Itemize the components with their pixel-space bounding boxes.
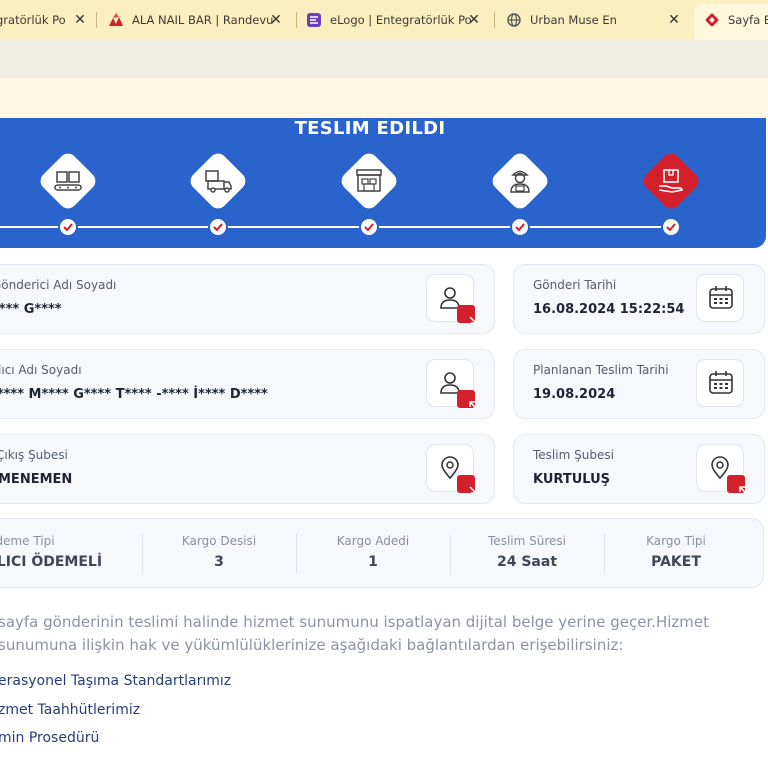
origin-branch-value: MENEMEN	[0, 472, 73, 487]
info-bar	[0, 78, 768, 118]
link-procedure[interactable]: min Prosedürü	[0, 730, 99, 746]
summary-label: Kargo Tipi	[646, 534, 706, 548]
delivery-status-title: TESLIM EDILDI	[294, 118, 446, 139]
close-icon[interactable]: ✕	[268, 12, 284, 28]
summary-cargo-count: Kargo Adedi 1	[298, 534, 448, 570]
step-check-icon	[661, 217, 681, 237]
progress-track-line	[0, 226, 670, 228]
summary-divider	[142, 534, 143, 574]
planned-date-value: 19.08.2024	[533, 387, 616, 402]
summary-divider	[296, 534, 297, 574]
tab-separator	[494, 12, 495, 28]
warehouse-icon	[356, 169, 382, 192]
summary-divider	[450, 534, 451, 574]
close-icon[interactable]: ✕	[666, 12, 682, 28]
tab-title: Sayfa Bu	[728, 13, 768, 27]
step-check-icon	[359, 217, 379, 237]
browser-tab-2[interactable]: ALA NAIL BAR | Randevu ✕	[108, 6, 284, 34]
summary-label: Ödeme Tipi	[0, 534, 55, 548]
summary-cargo-desi: Kargo Desisi 3	[144, 534, 294, 570]
send-date-icon-box	[696, 274, 744, 322]
browser-tab-1[interactable]: gratörlük Po ✕	[0, 6, 88, 34]
tab-title: eLogo | Entegratörlük Po	[330, 13, 472, 27]
summary-value: ALICI ÖDEMELİ	[0, 554, 103, 570]
courier-icon	[510, 170, 530, 193]
incoming-arrow-icon	[727, 475, 747, 494]
tab-title: gratörlük Po	[0, 13, 66, 27]
delivery-branch-label: Teslim Şubesi	[533, 448, 614, 462]
info-description: sayfa gönderinin teslimi halinde hizmet …	[0, 613, 710, 654]
tab-title: Urban Muse En	[530, 13, 617, 27]
step-check-icon	[510, 217, 530, 237]
summary-delivery-time: Teslim Süresi 24 Saat	[452, 534, 602, 570]
browser-tab-4[interactable]: Urban Muse En ✕	[506, 6, 682, 34]
receiver-value: J**** M**** G**** T**** -**** İ**** D***…	[0, 387, 268, 402]
receiver-card	[0, 349, 495, 419]
boxes-conveyor-icon	[54, 171, 82, 191]
step-check-icon	[208, 217, 228, 237]
summary-label: Kargo Desisi	[181, 534, 257, 548]
sender-label: Gönderici Adı Soyadı	[0, 278, 117, 292]
send-date-value: 16.08.2024 15:22:54	[533, 302, 685, 317]
planned-date-label: Planlanan Teslim Tarihi	[533, 363, 669, 377]
origin-branch-icon-box	[426, 444, 477, 494]
summary-label: Teslim Süresi	[488, 534, 566, 548]
sender-card	[0, 264, 495, 334]
origin-branch-label: Çıkış Şubesi	[0, 448, 68, 462]
summary-divider	[604, 534, 605, 574]
calendar-icon	[709, 286, 733, 309]
outgoing-arrow-icon	[457, 305, 477, 324]
browser-toolbar	[0, 40, 768, 78]
close-icon[interactable]: ✕	[72, 12, 88, 28]
elogo-icon	[306, 12, 322, 28]
tab-title: ALA NAIL BAR | Randevu	[132, 13, 274, 27]
summary-cargo-type: Kargo Tipi PAKET	[606, 534, 746, 570]
tab-separator	[296, 12, 297, 28]
summary-payment-type: Ödeme Tipi ALICI ÖDEMELİ	[0, 534, 134, 570]
summary-value: PAKET	[651, 554, 701, 570]
delivery-branch-icon-box	[696, 444, 747, 494]
summary-value: 3	[214, 554, 224, 570]
tab-separator	[96, 12, 97, 28]
browser-tab-5-active[interactable]: Sayfa Bu	[704, 6, 768, 34]
truck-icon	[205, 170, 232, 193]
summary-value: 1	[368, 554, 378, 570]
summary-label: Kargo Adedi	[336, 534, 410, 548]
ala-logo-icon	[108, 12, 124, 28]
sender-value: **** G****	[0, 302, 62, 317]
link-operational-standards[interactable]: erasyonel Taşıma Standartlarımız	[0, 673, 231, 689]
delivered-box-icon	[658, 169, 683, 193]
diamond-logo-icon	[704, 12, 720, 28]
globe-icon	[506, 12, 522, 28]
receiver-icon-box	[426, 359, 477, 409]
incoming-arrow-icon	[457, 390, 477, 409]
browser-tab-3[interactable]: eLogo | Entegratörlük Po ✕	[306, 6, 482, 34]
delivery-branch-value: KURTULUŞ	[533, 472, 610, 487]
summary-value: 24 Saat	[496, 554, 558, 570]
origin-branch-card	[0, 434, 495, 504]
outgoing-arrow-icon	[457, 475, 477, 494]
close-icon[interactable]: ✕	[466, 12, 482, 28]
receiver-label: lıcı Adı Soyadı	[0, 363, 82, 377]
link-service-commitments[interactable]: zmet Taahhütlerimiz	[0, 702, 140, 718]
calendar-icon	[709, 371, 733, 394]
send-date-label: Gönderi Tarihi	[533, 278, 617, 292]
planned-date-icon-box	[696, 359, 744, 407]
sender-icon-box	[426, 274, 477, 324]
step-check-icon	[58, 217, 78, 237]
